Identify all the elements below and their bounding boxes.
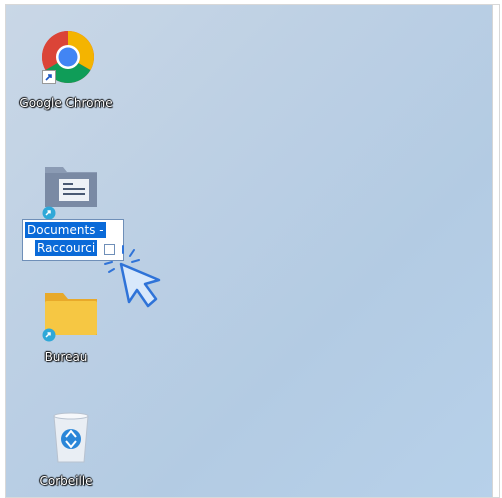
desktop-icon-corbeille[interactable]: Corbeille <box>11 410 121 497</box>
shortcut-arrow-icon <box>42 69 56 84</box>
window-edge <box>492 5 499 497</box>
shortcut-arrow-icon <box>42 205 56 220</box>
chrome-icon <box>40 29 96 85</box>
desktop-icon-label: Bureau <box>44 350 88 364</box>
documents-folder-icon <box>43 161 99 209</box>
shortcut-arrow-icon <box>42 327 56 342</box>
desktop[interactable]: Google Chrome Documents - Raccourci Bure… <box>5 4 500 498</box>
rename-text-line-1: Documents - <box>25 222 106 238</box>
drag-handle[interactable] <box>104 244 115 255</box>
desktop-icon-google-chrome[interactable]: Google Chrome <box>11 29 121 129</box>
desktop-icon-label: Corbeille <box>39 474 93 488</box>
rename-text-line-2: Raccourci <box>35 240 98 256</box>
desktop-icon-label: Google Chrome <box>19 96 113 110</box>
recycle-bin-icon <box>50 410 92 464</box>
